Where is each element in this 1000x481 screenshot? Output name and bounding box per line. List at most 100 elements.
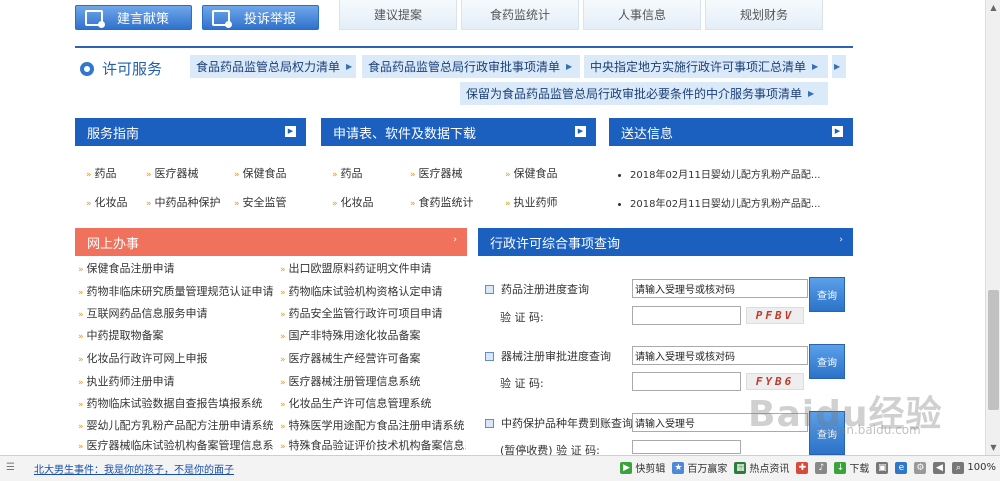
tcm-captcha-input[interactable] [632,440,741,454]
guide-item-drug[interactable]: » 药品 [86,165,117,181]
scroll-up-icon[interactable]: ▲ [986,0,1000,15]
device-query-input[interactable] [632,346,808,365]
arrow-icon: » [280,332,286,342]
online-item[interactable]: » 药品安全监管行政许可项目申请 [280,305,466,321]
arrow-icon: » [78,355,84,365]
scroll-down-icon[interactable]: ▼ [986,440,1000,455]
arrow-icon: » [280,288,286,298]
arrow-icon: » [146,199,152,209]
online-item[interactable]: » 执业药师注册申请 [78,373,278,389]
query-header[interactable]: 行政许可综合事项查询 › [478,228,853,256]
download-item-label: 化妆品 [340,196,374,209]
online-item[interactable]: » 中药提取物备案 [78,327,278,343]
zoom-button[interactable]: ⌕ 100% [952,461,996,474]
downloads-header[interactable]: 申请表、软件及数据下载 ▶ [321,118,596,146]
online-item[interactable]: » 医疗器械临床试验机构备案管理信息系 [78,437,278,453]
download-item-statistics[interactable]: » 食药监统计 [410,194,474,210]
guide-item-safety[interactable]: » 安全监管 [234,194,287,210]
sound-button[interactable]: ◀ [933,461,946,474]
download-item-device[interactable]: » 医疗器械 [410,165,463,181]
guide-item-label: 保健食品 [242,167,287,180]
tab-finance[interactable]: 规划财务 [705,0,823,30]
online-services-header[interactable]: 网上办事 › [75,228,467,256]
online-item[interactable]: » 化妆品行政许可网上申报 [78,350,278,366]
scrollbar-thumb[interactable] [988,290,999,410]
download-button[interactable]: ↓ 下载 [834,460,869,475]
online-item[interactable]: » 保健食品注册申请 [78,260,278,276]
delivery-item[interactable]: 2018年02月11日婴幼儿配方乳粉产品配... [618,195,820,210]
audio-button[interactable]: ♪ [815,461,828,474]
permit-more-button[interactable]: ▶ [832,55,846,78]
hot-news-button[interactable]: ▦ 热点资讯 [734,460,789,475]
ie-button[interactable]: e [895,461,908,474]
captcha-label: 验 证 码: [500,377,544,390]
online-item-label: 执业药师注册申请 [86,375,175,388]
permit-link-approvals[interactable]: 食品药品监管总局行政审批事项清单 ▶ [362,55,580,78]
online-item[interactable]: » 药物临床试验机构资格认定申请 [280,283,466,299]
download-item-label: 医疗器械 [418,167,463,180]
arrow-icon: » [234,199,240,209]
trophy-icon: ★ [672,461,685,474]
online-item[interactable]: » 互联网药品信息服务申请 [78,305,278,321]
online-item-label: 药物临床试验机构资格认定申请 [288,285,443,298]
circle-bullet-icon [80,61,94,76]
arrow-icon: » [505,170,511,180]
online-item[interactable]: » 医疗器械生产经营许可备案 [280,350,466,366]
arrow-icon: » [410,170,416,180]
permit-link-intermediary[interactable]: 保留为食品药品监管总局行政审批必要条件的中介服务事项清单 ▶ [460,82,828,105]
permit-link-local[interactable]: 中央指定地方实施行政许可事项汇总清单 ▶ [584,55,828,78]
chevron-right-icon: › [839,235,843,245]
browser-e-icon: e [895,461,908,474]
guide-item-health-food[interactable]: » 保健食品 [234,165,287,181]
shield-icon: ✚ [796,461,809,474]
status-item-label: 快剪辑 [635,464,666,475]
tab-personnel[interactable]: 人事信息 [583,0,701,30]
download-item-health-food[interactable]: » 保健食品 [505,165,558,181]
vertical-scrollbar[interactable]: ▲ ▼ [985,0,1000,455]
delivery-item[interactable]: 2018年02月11日婴幼儿配方乳粉产品配... [618,166,820,181]
online-item[interactable]: » 特殊食品验证评价技术机构备案信息系 [280,437,466,453]
online-item[interactable]: » 医疗器械注册管理信息系统 [280,373,466,389]
delivery-header[interactable]: 送达信息 ▶ [609,118,853,146]
suggestion-button[interactable]: 建言献策 [75,5,192,30]
status-news-link[interactable]: 北大男生事件：我是你的孩子，不是你的面子 [34,461,234,476]
tools-button[interactable]: ⚙ [914,461,927,474]
permit-link-powers[interactable]: 食品药品监管总局权力清单 ▶ [190,55,356,78]
device-query-button[interactable]: 查询 [809,344,845,379]
drug-captcha-input[interactable] [632,306,741,325]
online-services-title: 网上办事 [87,236,140,252]
download-item-cosmetics[interactable]: » 化妆品 [332,194,374,210]
device-captcha-input[interactable] [632,372,741,391]
guide-item-cosmetics[interactable]: » 化妆品 [86,194,128,210]
permit-link-label: 保留为食品药品监管总局行政审批必要条件的中介服务事项清单 [466,87,803,101]
service-guide-header[interactable]: 服务指南 ▶ [75,118,306,146]
online-item-label: 中药提取物备案 [86,329,164,342]
screenshot-button[interactable]: ▣ [876,461,889,474]
tab-proposals[interactable]: 建议提案 [339,0,457,30]
news-icon: ☰ [6,462,15,473]
tab-statistics[interactable]: 食药监统计 [461,0,579,30]
online-item[interactable]: » 出口欧盟原料药证明文件申请 [280,260,466,276]
online-item[interactable]: » 药物临床试验数据自查报告填报系统 [78,395,278,411]
query-title: 行政许可综合事项查询 [490,236,621,252]
complaint-button[interactable]: 投诉举报 [202,5,319,30]
online-item[interactable]: » 化妆品生产许可信息管理系统 [280,395,466,411]
online-item[interactable]: » 国产非特殊用途化妆品备案 [280,327,466,343]
quick-edit-button[interactable]: ▶ 快剪辑 [620,460,665,475]
download-item-pharmacist[interactable]: » 执业药师 [505,194,558,210]
captcha-image[interactable]: PFBV [746,307,804,324]
download-item-drug[interactable]: » 药品 [332,165,363,181]
drug-query-input[interactable] [632,279,808,298]
security-button[interactable]: ✚ [796,461,809,474]
drug-query-button[interactable]: 查询 [809,277,845,312]
delivery-item-label: 2018年02月11日婴幼儿配方乳粉产品配... [630,199,821,210]
online-item[interactable]: » 婴幼儿配方乳粉产品配方注册申请系统 [78,417,278,433]
suggestion-icon [85,9,105,28]
guide-item-tcm[interactable]: » 中药品种保护 [146,194,221,210]
guide-item-device[interactable]: » 医疗器械 [146,165,199,181]
million-winner-button[interactable]: ★ 百万赢家 [672,460,727,475]
online-item[interactable]: » 特殊医学用途配方食品注册申请系统 [280,417,466,433]
arrow-icon: » [78,265,84,275]
online-item[interactable]: » 药物非临床研究质量管理规范认证申请 [78,283,278,299]
guide-item-label: 中药品种保护 [154,196,221,209]
